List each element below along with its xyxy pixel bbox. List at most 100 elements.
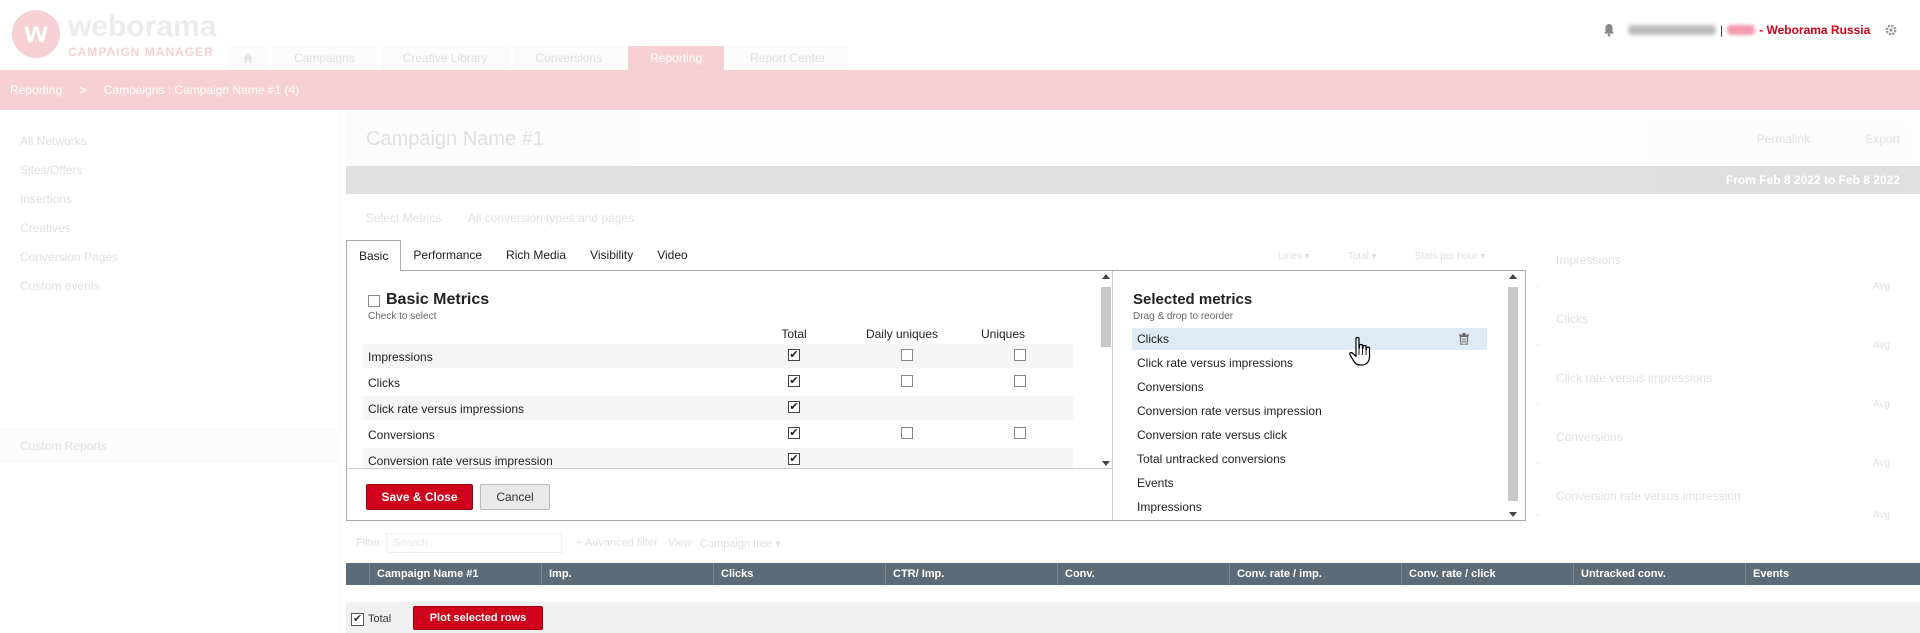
selected-metric-item[interactable]: Events <box>1132 472 1487 494</box>
column-clicks[interactable]: Clicks <box>714 563 886 585</box>
scroll-down-icon[interactable] <box>1509 512 1517 517</box>
sidebar-item-all-networks[interactable]: All Networks <box>20 134 87 148</box>
summary-conversions[interactable]: Conversions <box>1556 430 1623 444</box>
scroll-up-icon[interactable] <box>1509 274 1517 279</box>
selected-metric-item[interactable]: Click rate versus impressions <box>1132 352 1487 374</box>
daily-uniques-checkbox[interactable] <box>901 375 913 387</box>
permalink-link[interactable]: Permalink <box>1757 132 1810 146</box>
uniques-checkbox[interactable] <box>1014 375 1026 387</box>
metric-name: Impressions <box>368 350 433 364</box>
total-checkbox[interactable]: ✔ <box>788 349 800 361</box>
breadcrumb-reporting[interactable]: Reporting <box>10 83 62 97</box>
selected-metric-item[interactable]: Total untracked conversions <box>1132 448 1487 470</box>
campaign-header: Campaign Name #1 Permalink Export <box>346 112 1920 166</box>
tab-rich-media[interactable]: Rich Media <box>494 240 578 271</box>
uniques-checkbox[interactable] <box>1014 427 1026 439</box>
date-range[interactable]: From Feb 8 2022 to Feb 8 2022 <box>1726 173 1900 187</box>
bottom-bar: ✔ Total Plot selected rows <box>346 603 1920 633</box>
save-close-button[interactable]: Save & Close <box>366 484 473 510</box>
tab-reporting[interactable]: Reporting <box>628 46 725 70</box>
selected-list-scrollbar[interactable] <box>1506 271 1520 520</box>
summary-clicks[interactable]: Clicks <box>1556 312 1588 326</box>
tab-report-center[interactable]: Report Center <box>728 46 848 70</box>
tab-visibility[interactable]: Visibility <box>578 240 645 271</box>
daily-uniques-checkbox[interactable] <box>901 427 913 439</box>
uniques-checkbox[interactable] <box>1014 349 1026 361</box>
selected-metric-item[interactable]: Impressions <box>1132 496 1487 518</box>
summary-click-rate[interactable]: Click rate versus impressions <box>1556 371 1712 385</box>
sidebar-section-custom-reports[interactable]: Custom Reports <box>0 428 340 462</box>
metric-name: Conversions <box>368 428 435 442</box>
metric-summary-panel: Impressions - Avg Clicks - Avg Click rat… <box>1526 245 1920 521</box>
column-conv-rate-imp[interactable]: Conv. rate / imp. <box>1230 563 1402 585</box>
total-checkbox[interactable]: ✔ <box>788 453 800 465</box>
logo: w weborama CAMPAIGN MANAGER <box>10 8 220 60</box>
selected-metric-item[interactable]: Conversions <box>1132 376 1487 398</box>
column-ctr[interactable]: CTR/ Imp. <box>886 563 1058 585</box>
advanced-filter-link[interactable]: + Advanced filter <box>576 537 658 549</box>
basic-metrics-subtitle: Check to select <box>368 311 437 322</box>
filter-label: Filter <box>356 537 381 549</box>
total-checkbox[interactable]: ✔ <box>788 401 800 413</box>
column-total: Total <box>781 327 807 341</box>
trash-icon[interactable] <box>1459 333 1469 345</box>
cancel-button[interactable]: Cancel <box>480 484 550 510</box>
sidebar-item-conversion-pages[interactable]: Conversion Pages <box>20 250 118 264</box>
sidebar-item-custom-events[interactable]: Custom events <box>20 279 100 293</box>
tab-video[interactable]: Video <box>645 240 699 271</box>
tab-basic[interactable]: Basic <box>346 240 402 271</box>
scrollbar-thumb[interactable] <box>1508 287 1518 501</box>
summary-conversion-rate[interactable]: Conversion rate versus impression <box>1556 489 1741 503</box>
column-campaign-name[interactable]: Campaign Name #1 <box>370 563 542 585</box>
selected-metrics-subtitle: Drag & drop to reorder <box>1133 311 1234 322</box>
total-checkbox[interactable]: ✔ <box>788 375 800 387</box>
home-tab[interactable] <box>228 46 268 70</box>
sidebar: All Networks Sites/Offers Insertions Cre… <box>0 110 340 633</box>
summary-clicks-value: - <box>1536 340 1540 351</box>
metric-row: Impressions ✔ <box>363 344 1073 368</box>
daily-uniques-checkbox[interactable] <box>901 349 913 361</box>
column-impressions[interactable]: Imp. <box>542 563 714 585</box>
tab-performance[interactable]: Performance <box>401 240 494 271</box>
scroll-down-icon[interactable] <box>1102 461 1110 466</box>
gear-icon[interactable] <box>1884 23 1898 37</box>
column-untracked-conv[interactable]: Untracked conv. <box>1574 563 1746 585</box>
column-conversions[interactable]: Conv. <box>1058 563 1230 585</box>
view-dropdown[interactable]: Campaign tree ▾ <box>700 537 781 550</box>
tab-creative-library[interactable]: Creative Library <box>380 46 510 70</box>
selected-metric-item[interactable]: Clicks <box>1132 328 1487 350</box>
bell-icon[interactable] <box>1602 23 1616 37</box>
hand-cursor-icon <box>1349 336 1371 366</box>
main-nav: Campaigns Creative Library Conversions R… <box>228 46 852 70</box>
tab-conversions[interactable]: Conversions <box>513 46 625 70</box>
metric-name: Clicks <box>368 376 400 390</box>
total-checkbox[interactable]: ✔ <box>788 427 800 439</box>
select-metrics-link[interactable]: Select Metrics <box>366 211 441 225</box>
plot-selected-rows-button[interactable]: Plot selected rows <box>413 606 543 630</box>
user-area: | - Weborama Russia <box>1602 20 1898 40</box>
select-all-basic-checkbox[interactable] <box>368 295 380 307</box>
filter-input[interactable]: Search <box>386 533 562 553</box>
scroll-up-icon[interactable] <box>1102 274 1110 279</box>
summary-impressions[interactable]: Impressions <box>1556 253 1621 267</box>
basic-metrics-list: Basic Metrics Check to select Total Dail… <box>347 271 1113 469</box>
total-checkbox[interactable]: ✔ <box>351 613 364 626</box>
conversion-types-link[interactable]: All conversion types and pages <box>468 211 634 225</box>
column-events[interactable]: Events <box>1746 563 1882 585</box>
export-link[interactable]: Export <box>1865 132 1900 146</box>
tab-campaigns[interactable]: Campaigns <box>272 46 377 70</box>
sidebar-item-insertions[interactable]: Insertions <box>20 192 72 206</box>
sidebar-item-creatives[interactable]: Creatives <box>20 221 71 235</box>
account-name[interactable]: - Weborama Russia <box>1759 23 1870 37</box>
scrollbar-thumb[interactable] <box>1101 287 1111 347</box>
selected-metric-item[interactable]: Conversion rate versus click <box>1132 424 1487 446</box>
column-conv-rate-click[interactable]: Conv. rate / click <box>1402 563 1574 585</box>
selected-metric-item[interactable]: Conversion rate versus impression <box>1132 400 1487 422</box>
select-all-cell[interactable] <box>346 563 370 585</box>
metric-row: Conversion rate versus impression ✔ <box>363 448 1073 468</box>
metric-name: Conversion rate versus impression <box>368 454 553 468</box>
summary-click-rate-avg: Avg <box>1872 399 1890 410</box>
sidebar-item-sites-offers[interactable]: Sites/Offers <box>20 163 82 177</box>
breadcrumb-campaign[interactable]: Campaigns : Campaign Name #1 (4) <box>104 83 299 97</box>
basic-list-scrollbar[interactable] <box>1099 271 1113 468</box>
